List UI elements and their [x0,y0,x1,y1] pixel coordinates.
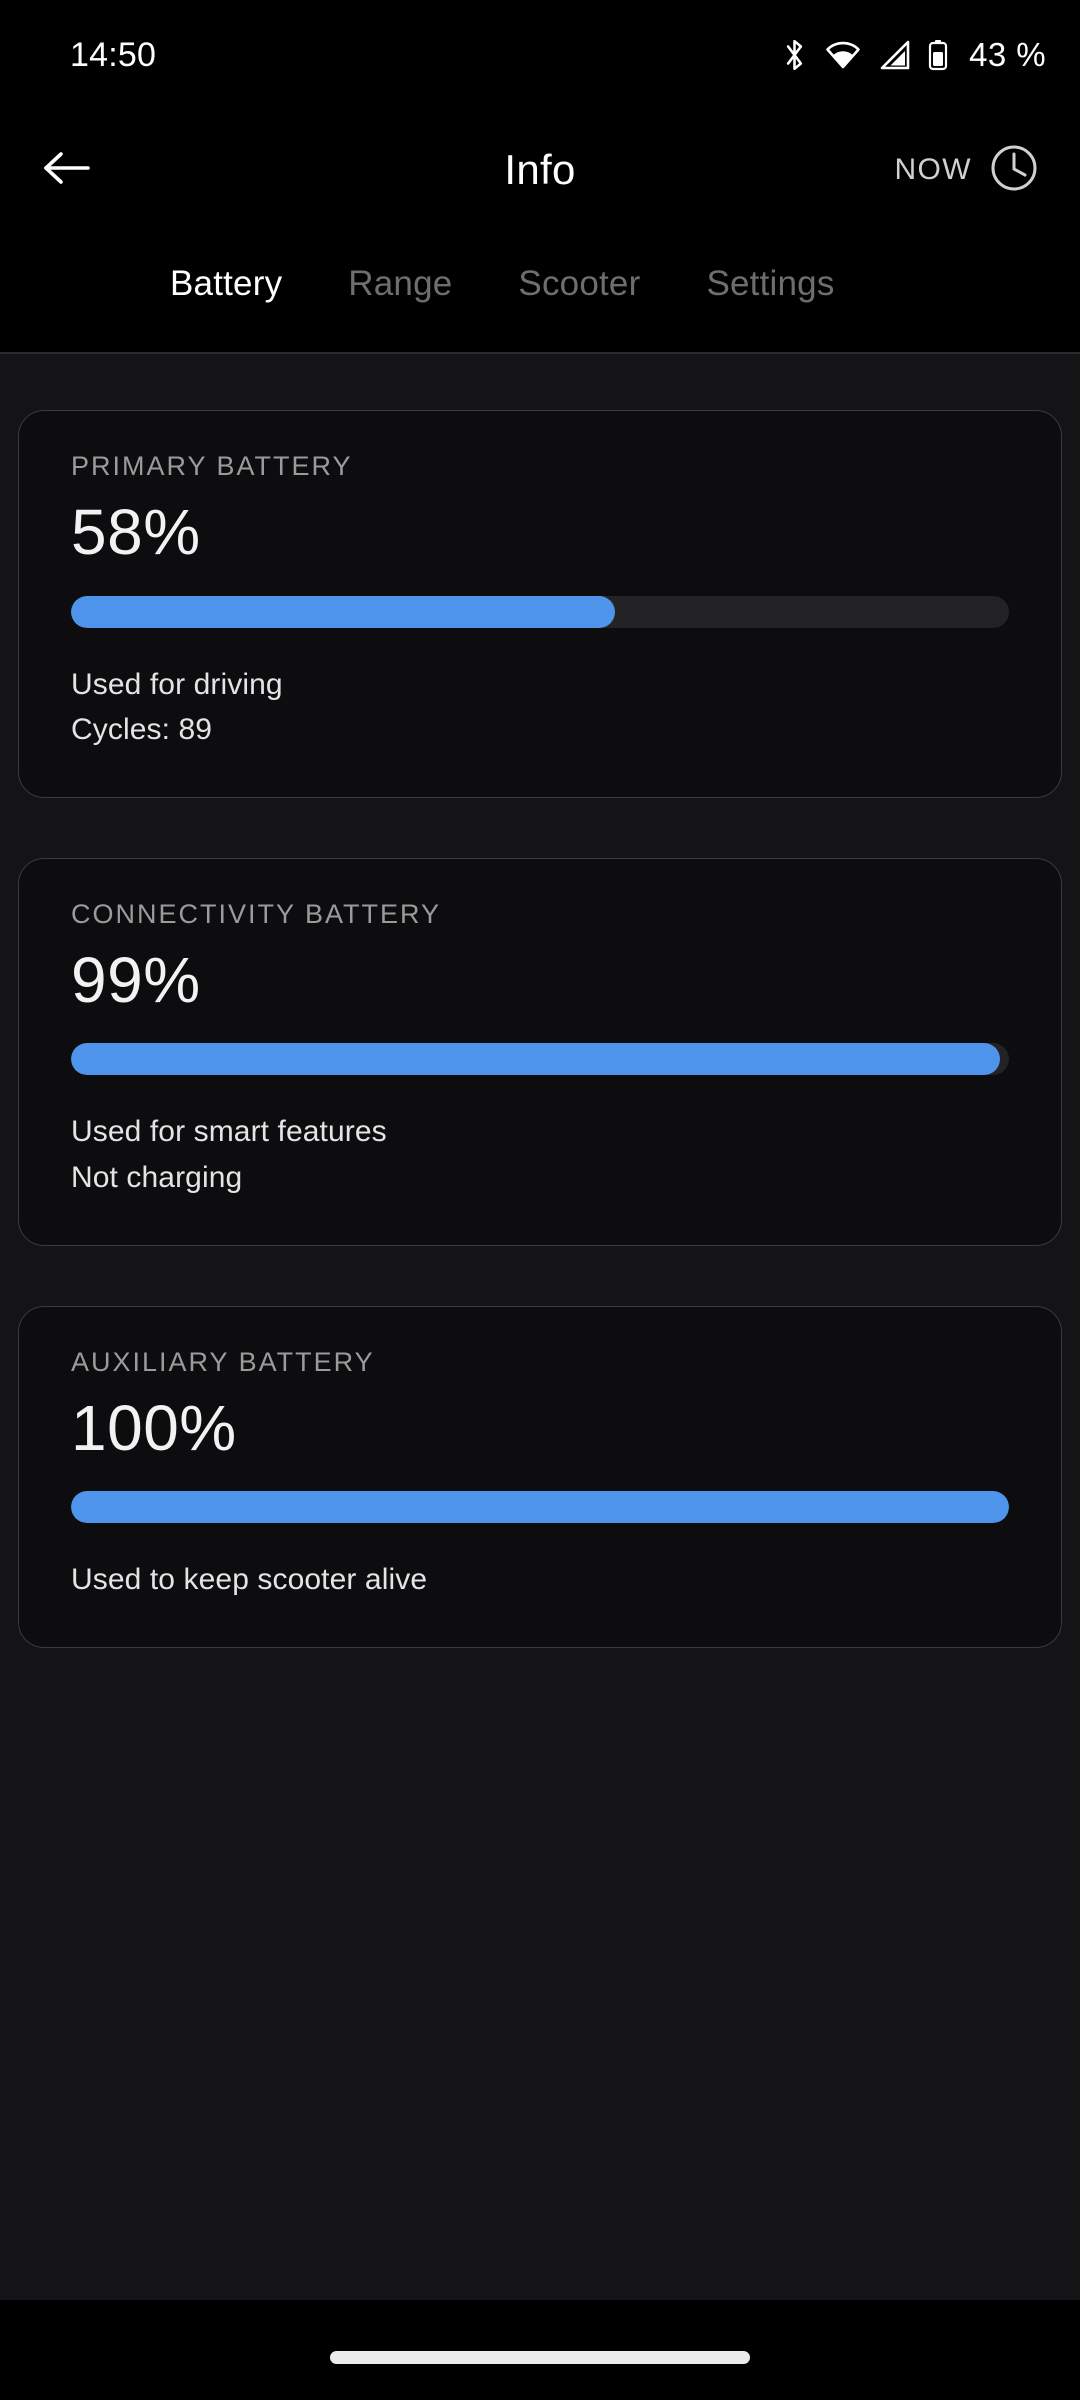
tab-battery[interactable]: Battery [170,262,283,366]
cellular-signal-icon [878,40,911,70]
connectivity-battery-card[interactable]: CONNECTIVITY BATTERY 99% Used for smart … [18,857,1062,1246]
card-label: PRIMARY BATTERY [71,451,353,481]
battery-progress-track [71,595,1009,628]
card-percent-value: 99% [71,943,201,1016]
battery-progress-track [71,1043,1009,1076]
phone-screen: 14:50 43 % Info NOW Battery Range Scoote… [0,0,1080,2400]
tab-settings[interactable]: Settings [706,262,834,352]
now-button[interactable]: NOW [894,142,1040,199]
card-subtitle-secondary: Cycles: 89 [71,713,213,747]
tab-scooter-label: Scooter [518,264,641,303]
card-label: AUXILIARY BATTERY [71,1346,375,1377]
clock-icon [988,142,1040,199]
card-subtitle-secondary: Not charging [71,1160,243,1194]
battery-progress-fill [71,595,616,628]
status-bar-battery-percent: 43 % [969,36,1046,73]
card-percent-value: 58% [71,496,201,568]
battery-tab-content: PRIMARY BATTERY 58% Used for driving Cyc… [0,354,1080,2300]
tab-settings-label: Settings [706,264,835,303]
battery-progress-fill [71,1043,1000,1076]
card-subtitle-primary: Used to keep scooter alive [71,1563,428,1597]
wifi-icon [825,41,861,69]
back-arrow-icon [40,146,92,195]
card-label: CONNECTIVITY BATTERY [71,898,442,929]
auxiliary-battery-card[interactable]: AUXILIARY BATTERY 100% Used to keep scoo… [18,1305,1062,1648]
tab-range-label: Range [348,264,453,303]
app-bar: Info NOW [0,110,1080,230]
primary-battery-card[interactable]: PRIMARY BATTERY 58% Used for driving Cyc… [18,410,1062,798]
card-subtitle-primary: Used for driving [71,667,283,701]
status-bar-clock: 14:50 [70,35,157,74]
card-percent-value: 100% [71,1391,237,1464]
tab-scooter[interactable]: Scooter [518,262,640,352]
home-gesture-pill[interactable] [330,2350,750,2364]
battery-progress-track [71,1491,1009,1524]
tab-range[interactable]: Range [348,262,452,352]
status-bar: 14:50 43 % [0,0,1080,110]
card-subtitle-primary: Used for smart features [71,1115,387,1149]
bluetooth-icon [781,38,808,72]
navigation-gesture-area [0,2314,1080,2400]
now-label: NOW [894,153,972,186]
back-button[interactable] [6,110,126,230]
battery-icon [928,39,948,71]
tab-bar: Battery Range Scooter Settings [0,262,1080,366]
tab-battery-label: Battery [170,264,283,303]
status-bar-icons: 43 % [781,36,1046,74]
battery-progress-fill [71,1491,1009,1524]
